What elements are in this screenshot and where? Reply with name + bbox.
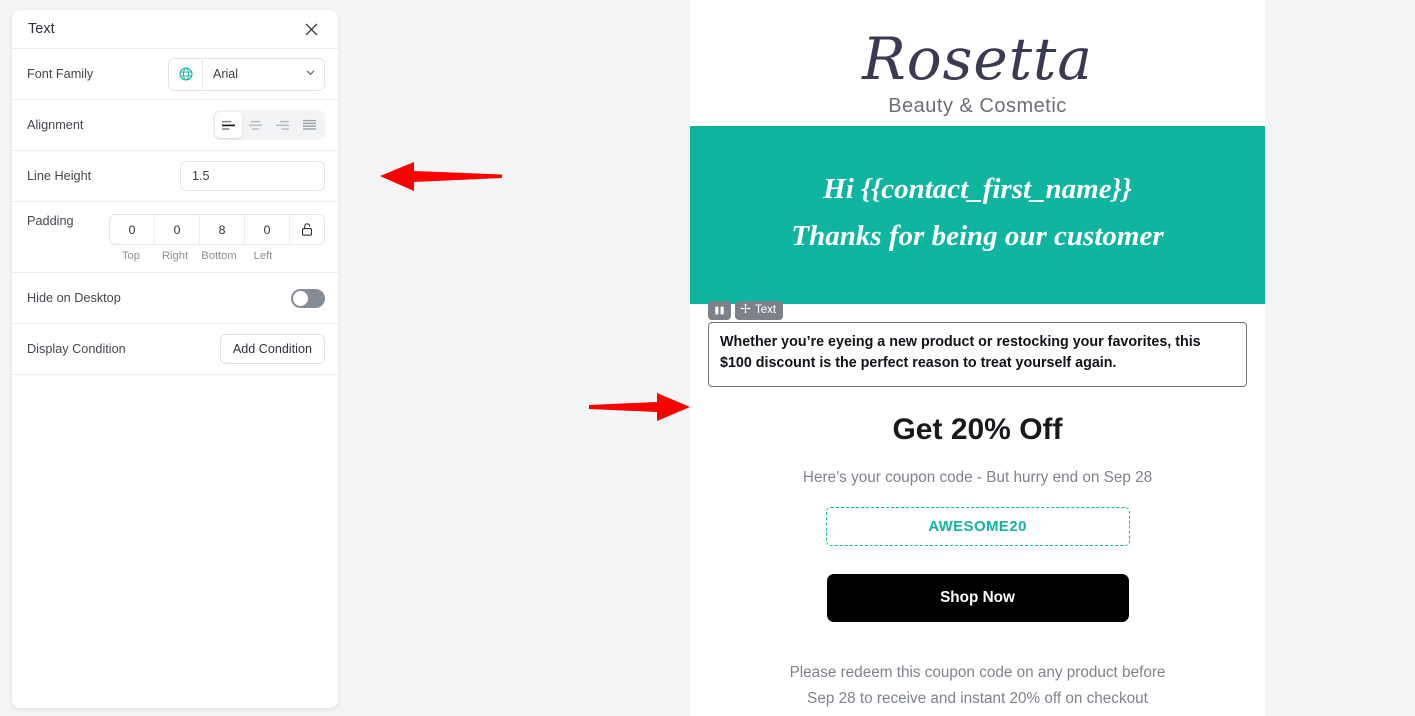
align-center-icon[interactable]	[242, 112, 269, 138]
hero-banner[interactable]: Hi {{contact_first_name}} Thanks for bei…	[690, 125, 1265, 304]
row-display-condition: Display Condition Add Condition	[12, 324, 338, 375]
chevron-down-icon	[305, 65, 316, 83]
align-left-icon[interactable]	[215, 112, 242, 138]
brand-tagline: Beauty & Cosmetic	[888, 94, 1067, 117]
padding-left-input[interactable]: 0	[245, 215, 290, 244]
redeem-footer-line2: Sep 28 to receive and instant 20% off on…	[807, 690, 1148, 708]
hero-thanks-line: Thanks for being our customer	[791, 219, 1164, 252]
panel-header: Text	[12, 10, 338, 49]
row-line-height: Line Height 1.5	[12, 151, 338, 202]
block-type-label: Text	[755, 304, 777, 317]
line-height-label: Line Height	[27, 169, 92, 183]
redeem-footer-note: Please redeem this coupon code on any pr…	[690, 660, 1265, 713]
redeem-footer-line1: Please redeem this coupon code on any pr…	[789, 664, 1166, 681]
promo-body-text[interactable]: Whether you’re eyeing a new product or r…	[708, 321, 1247, 387]
hero-greeting-line: Hi {{contact_first_name}}	[823, 172, 1132, 205]
font-family-select[interactable]: Arial	[203, 59, 324, 90]
offer-heading: Get 20% Off	[892, 413, 1063, 446]
hide-on-desktop-toggle[interactable]	[291, 288, 325, 308]
coupon-code-box[interactable]: AWESOME20	[825, 507, 1130, 546]
row-padding: Padding 0 0 8 0 Top Right Bottom Left	[12, 202, 338, 273]
align-right-icon[interactable]	[269, 112, 296, 138]
padding-bottom-input[interactable]: 8	[200, 215, 245, 244]
close-icon[interactable]	[300, 18, 322, 40]
padding-label-top: Top	[121, 250, 141, 262]
font-family-value: Arial	[213, 67, 239, 81]
annotation-arrow-right	[588, 390, 693, 429]
block-toolbar: Text	[708, 300, 784, 320]
row-alignment: Alignment	[12, 100, 338, 151]
email-logo-block: Rosetta Beauty & Cosmetic	[690, 0, 1265, 126]
selected-text-block: Text Whether you’re eyeing a new product…	[708, 300, 1247, 387]
row-hide-on-desktop: Hide on Desktop	[12, 273, 338, 324]
padding-label-bottom: Bottom	[201, 250, 237, 262]
unlock-icon[interactable]	[290, 215, 324, 244]
font-family-label: Font Family	[27, 67, 94, 81]
brand-name: Rosetta	[862, 25, 1093, 93]
panel-title: Text	[28, 21, 55, 37]
padding-label-left: Left	[253, 250, 273, 262]
padding-control: 0 0 8 0 Top Right Bottom Left	[109, 214, 325, 262]
move-arrows-icon	[740, 301, 751, 319]
align-justify-icon[interactable]	[296, 112, 323, 138]
globe-icon[interactable]	[169, 58, 203, 90]
display-condition-label: Display Condition	[27, 342, 126, 356]
padding-right-input[interactable]: 0	[155, 215, 200, 244]
toggle-knob	[293, 290, 308, 306]
hide-on-desktop-label: Hide on Desktop	[27, 291, 121, 305]
padding-label: Padding	[27, 214, 74, 228]
padding-label-right: Right	[161, 250, 189, 262]
add-condition-button[interactable]: Add Condition	[219, 334, 325, 364]
shop-now-button[interactable]: Shop Now	[826, 574, 1129, 622]
columns-icon[interactable]	[708, 300, 731, 320]
offer-subheading: Here’s your coupon code - But hurry end …	[802, 469, 1153, 486]
line-height-value: 1.5	[192, 169, 210, 183]
padding-inputs: 0 0 8 0	[109, 214, 325, 245]
text-settings-panel: Text Font Family Arial Alignment Line He…	[12, 10, 338, 708]
padding-side-labels: Top Right Bottom Left	[109, 250, 325, 262]
font-family-control: Arial	[168, 57, 325, 91]
line-height-input[interactable]: 1.5	[180, 161, 325, 191]
annotation-arrow-left	[378, 157, 504, 202]
padding-top-input[interactable]: 0	[110, 215, 155, 244]
alignment-label: Alignment	[27, 118, 84, 132]
alignment-control	[213, 110, 325, 140]
email-preview-canvas: Rosetta Beauty & Cosmetic Hi {{contact_f…	[690, 0, 1265, 716]
row-font-family: Font Family Arial	[12, 49, 338, 100]
block-move-handle[interactable]: Text	[735, 300, 784, 320]
